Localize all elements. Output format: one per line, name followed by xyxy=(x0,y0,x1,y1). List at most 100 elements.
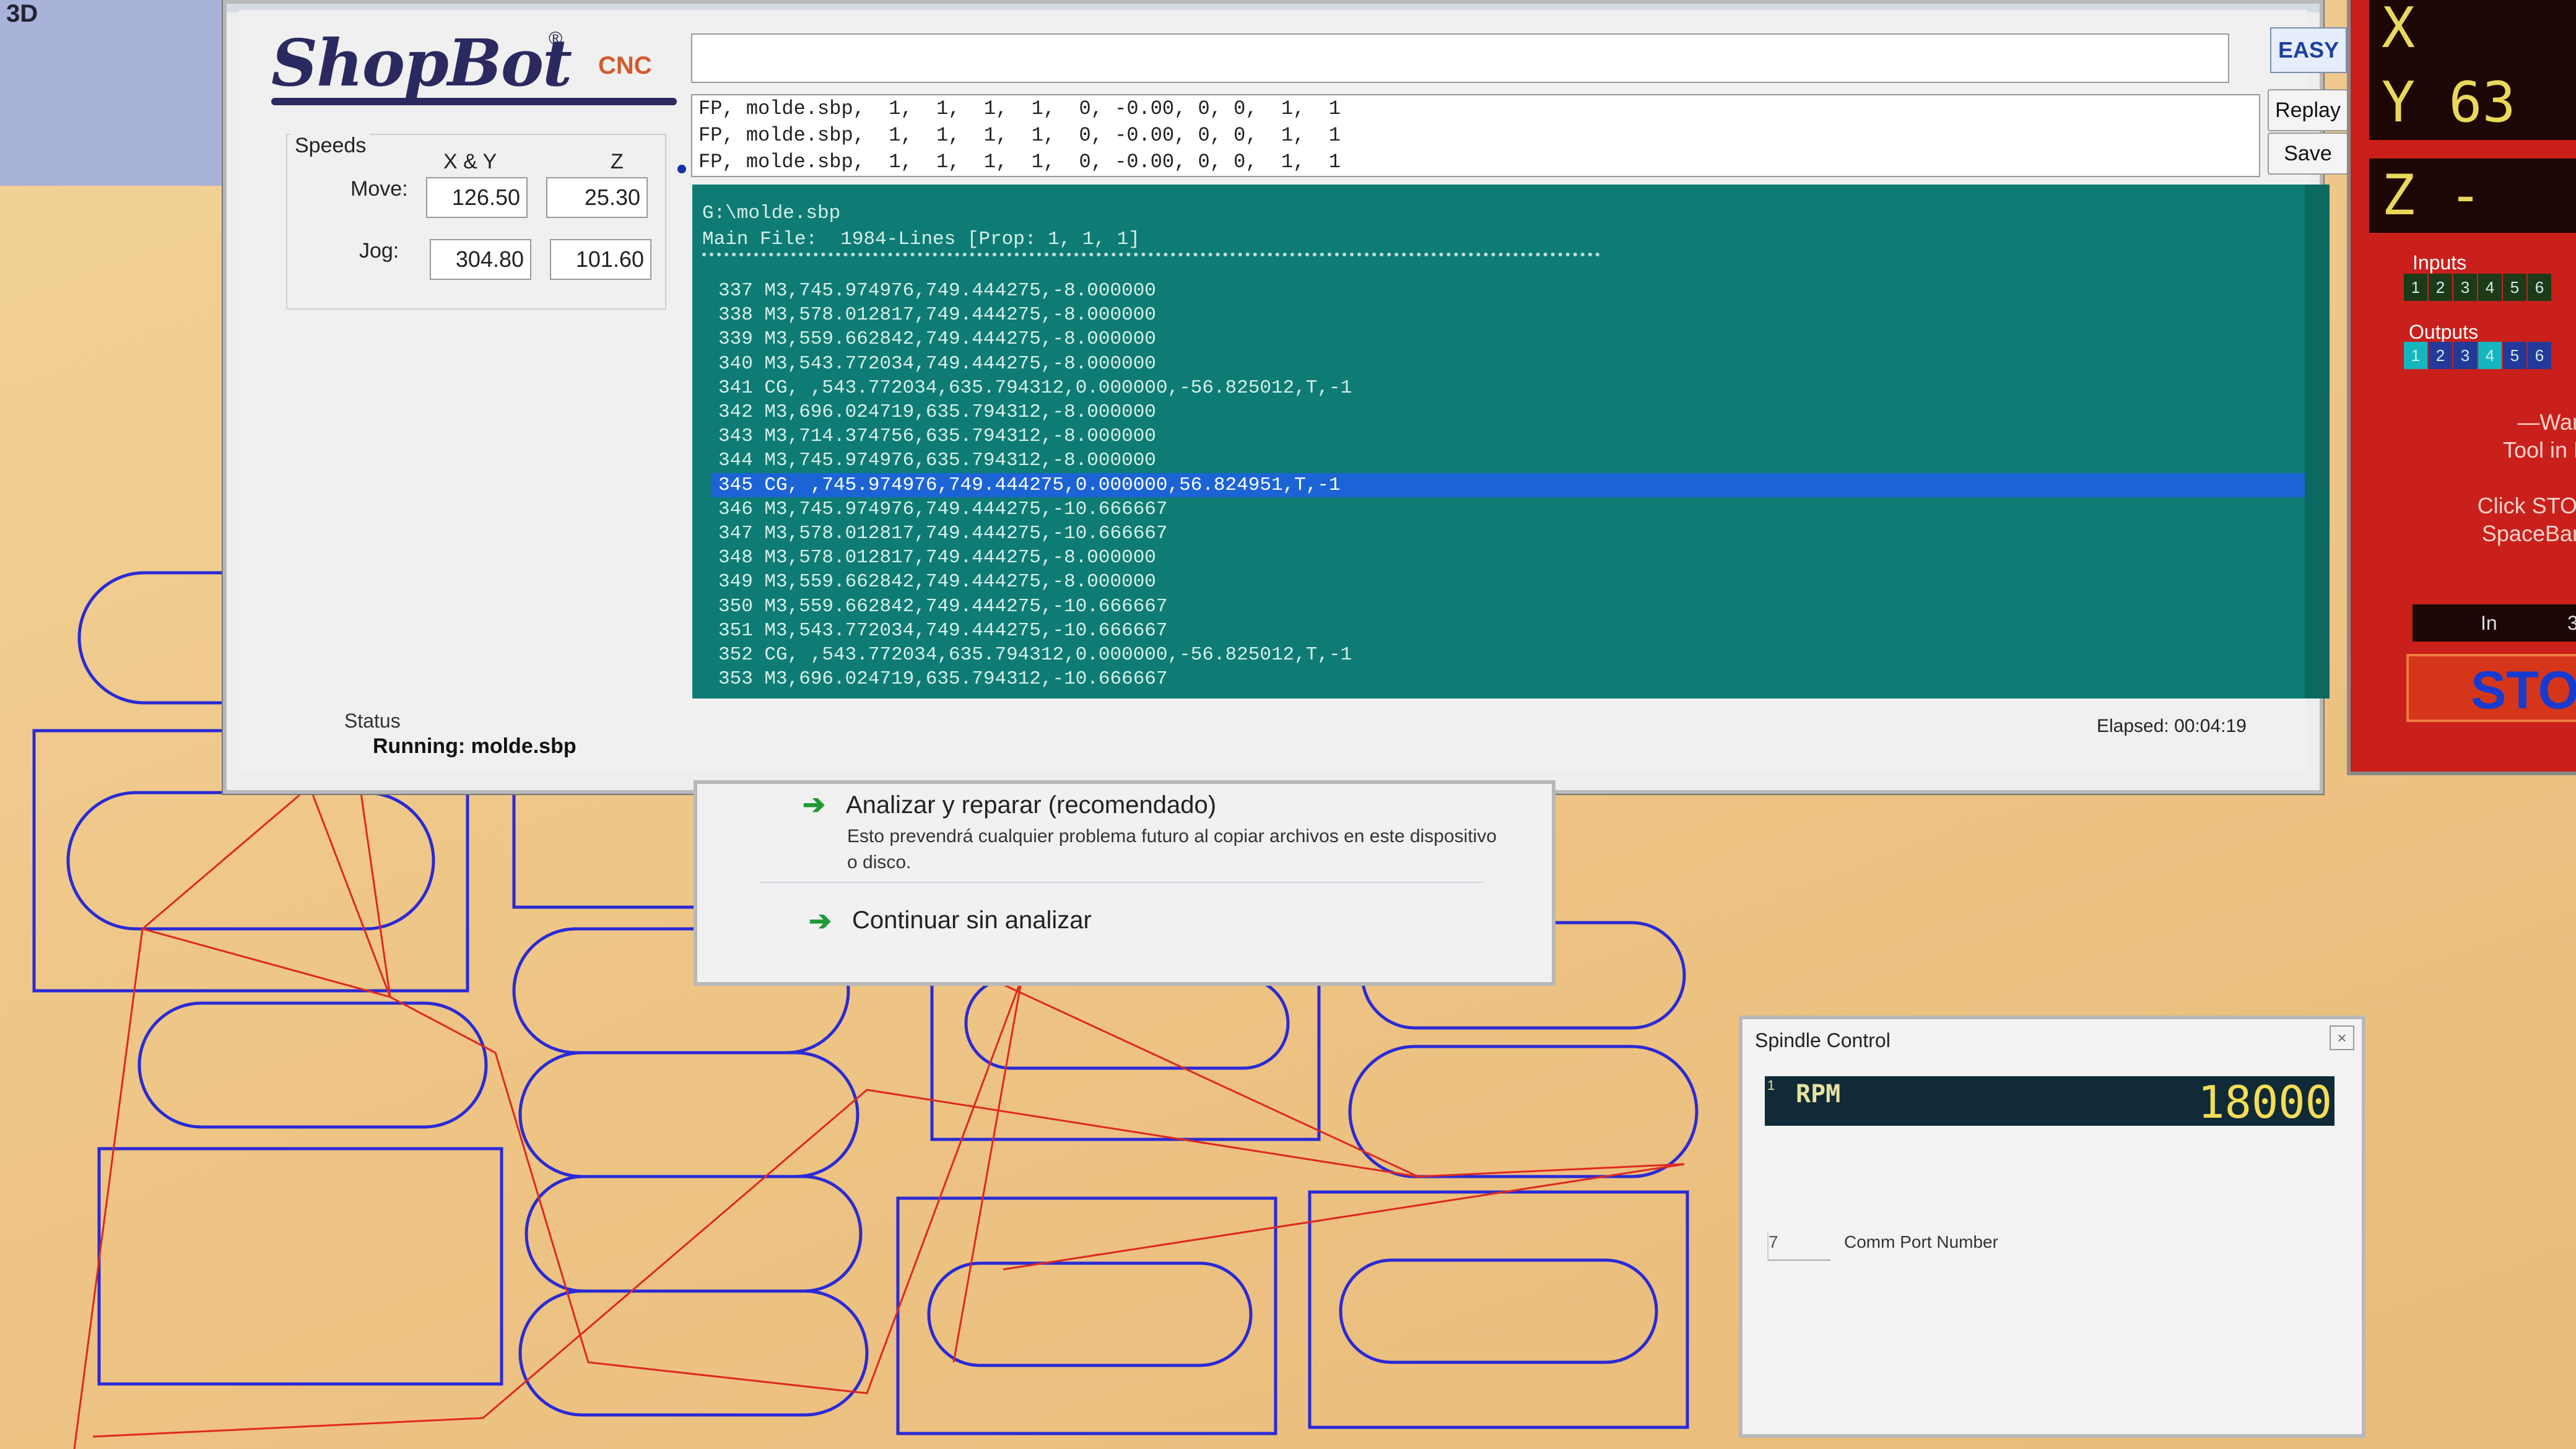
toolpath-rect xyxy=(896,1196,1277,1435)
comm-port-input[interactable]: 7 xyxy=(1767,1232,1830,1261)
x-axis-readout: X xyxy=(2369,0,2576,66)
move-xy-value[interactable]: 126.50 xyxy=(426,177,528,218)
code-line[interactable]: 340 M3,543.772034,749.444275,-8.000000 xyxy=(711,352,2305,376)
registered-mark: ® xyxy=(549,28,563,49)
header-separator xyxy=(702,253,1600,256)
toolpath-rect xyxy=(512,785,708,909)
rpm-display: 1 RPM 18000 xyxy=(1765,1076,2334,1128)
main-file-info: Main File: 1984-Lines [Prop: 1, 1, 1] xyxy=(702,228,1140,250)
toolpath-rect xyxy=(930,977,1321,1141)
y-axis-value: 63 xyxy=(2448,70,2516,135)
code-line[interactable]: 353 M3,696.024719,635.794312,-10.666667 xyxy=(711,667,2305,691)
output-led-5: 5 xyxy=(2503,342,2526,369)
rpm-label: RPM xyxy=(1796,1080,1841,1108)
shopbot-logo: ShopBot xyxy=(271,25,572,101)
shopbot-window: ShopBot ® CNC EASY FP, molde.sbp, 1, 1, … xyxy=(223,0,2348,794)
replay-button[interactable]: Replay xyxy=(2268,89,2348,131)
warning-line-1: —Warn xyxy=(2517,409,2576,435)
input-led-4: 4 xyxy=(2478,274,2502,301)
y-axis-label: Y xyxy=(2382,70,2416,135)
toolpath-rect xyxy=(1308,1190,1689,1429)
warning-line-2: Tool in M xyxy=(2502,437,2576,463)
code-line[interactable]: 343 M3,714.374756,635.794312,-8.000000 xyxy=(711,424,2305,448)
command-history-list[interactable]: FP, molde.sbp, 1, 1, 1, 1, 0, -0.00, 0, … xyxy=(691,94,2260,177)
spindle-title: Spindle Control xyxy=(1755,1029,1891,1051)
code-line[interactable]: 349 M3,559.662842,749.444275,-8.000000 xyxy=(711,570,2305,594)
code-scrollbar[interactable] xyxy=(2305,185,2330,698)
history-item[interactable]: FP, molde.sbp, 1, 1, 1, 1, 0, -0.00, 0, … xyxy=(692,149,2259,175)
dialog-separator xyxy=(759,882,1484,883)
arrow-right-icon: ➔ xyxy=(809,906,832,936)
history-item[interactable]: FP, molde.sbp, 1, 1, 1, 1, 0, -0.00, 0, … xyxy=(692,122,2259,149)
code-line[interactable]: 338 M3,578.012817,749.444275,-8.000000 xyxy=(711,303,2305,327)
toolpath-slot xyxy=(518,1051,859,1178)
rapid-moves xyxy=(73,780,391,1449)
unit-label: In xyxy=(2481,612,2497,634)
code-line[interactable]: 337 M3,745.974976,749.444275,-8.000000 xyxy=(711,279,2305,303)
speeds-col-xy: X & Y xyxy=(443,150,497,173)
code-line[interactable]: 351 M3,543.772034,749.444275,-10.666667 xyxy=(711,619,2305,643)
code-line[interactable]: 350 M3,559.662842,749.444275,-10.666667 xyxy=(711,594,2305,619)
move-z-value[interactable]: 25.30 xyxy=(546,177,648,218)
code-line[interactable]: 339 M3,559.662842,749.444275,-8.000000 xyxy=(711,327,2305,351)
input-led-3: 3 xyxy=(2453,274,2477,301)
position-readout-panel: X Y 63 Z - Inputs 123456 Outputs 123456 … xyxy=(2347,0,2576,775)
code-line[interactable]: 341 CG, ,543.772034,635.794312,0.000000,… xyxy=(711,376,2305,400)
move-label: Move: xyxy=(350,177,408,201)
command-input[interactable] xyxy=(691,33,2229,83)
shopbot-client-area: ShopBot ® CNC EASY FP, molde.sbp, 1, 1, … xyxy=(239,10,2348,772)
stop-button[interactable]: STO xyxy=(2406,654,2576,722)
output-led-3: 3 xyxy=(2453,342,2477,369)
outputs-label: Outputs xyxy=(2409,321,2479,343)
toolpath-slot xyxy=(1348,1045,1699,1178)
y-axis-readout: Y 63 xyxy=(2369,66,2576,140)
easy-button[interactable]: EASY xyxy=(2270,27,2347,73)
history-item[interactable]: FP, molde.sbp, 1, 1, 1, 1, 0, -0.00, 0, … xyxy=(692,95,2259,122)
logo-cnc-tag: CNC xyxy=(598,52,652,79)
code-line[interactable]: 344 M3,745.974976,635.794312,-8.000000 xyxy=(711,448,2305,472)
arrow-right-icon: ➔ xyxy=(803,790,825,820)
output-led-1: 1 xyxy=(2404,342,2427,369)
comm-port-label: Comm Port Number xyxy=(1844,1232,1998,1251)
save-button[interactable]: Save xyxy=(2268,133,2348,175)
code-line[interactable]: 346 M3,745.974976,749.444275,-10.666667 xyxy=(711,497,2305,521)
file-path: G:\molde.sbp xyxy=(702,202,841,224)
elapsed-time: Elapsed: 00:04:19 xyxy=(2097,716,2247,736)
input-led-2: 2 xyxy=(2429,274,2452,301)
toolpath-slot xyxy=(1339,1258,1658,1364)
scan-repair-dialog: ➔ Analizar y reparar (recomendado) Esto … xyxy=(694,780,1556,986)
input-led-6: 6 xyxy=(2528,274,2551,301)
jog-xy-value[interactable]: 304.80 xyxy=(430,239,531,280)
code-line-current[interactable]: 345 CG, ,745.974976,749.444275,0.000000,… xyxy=(711,472,2305,497)
logo-underline xyxy=(271,98,677,105)
toolpath-slot xyxy=(66,791,435,931)
jog-z-value[interactable]: 101.60 xyxy=(550,239,651,280)
click-stop-line-2: SpaceBar t xyxy=(2481,521,2576,546)
part-file-viewer[interactable]: G:\molde.sbp Main File: 1984-Lines [Prop:… xyxy=(692,185,2330,698)
status-label: Status xyxy=(344,710,401,732)
code-lines: 337 M3,745.974976,749.444275,-8.000000 33… xyxy=(711,279,2305,691)
z-axis-readout: Z - xyxy=(2369,159,2576,233)
code-line[interactable]: 347 M3,578.012817,749.444275,-10.666667 xyxy=(711,521,2305,546)
unit-display: In 34 xyxy=(2413,604,2576,642)
file-header: G:\molde.sbp Main File: 1984-Lines [Prop:… xyxy=(702,201,1140,253)
x-axis-label: X xyxy=(2382,0,2416,61)
input-led-1: 1 xyxy=(2404,274,2427,301)
code-line[interactable]: 342 M3,696.024719,635.794312,-8.000000 xyxy=(711,400,2305,424)
comm-port-value: 7 xyxy=(1769,1232,1778,1251)
speeds-col-z: Z xyxy=(611,150,624,173)
jog-label: Jog: xyxy=(359,239,399,263)
z-axis-value: - xyxy=(2448,163,2482,228)
speeds-title: Speeds xyxy=(291,134,370,158)
history-current-marker xyxy=(677,165,686,173)
input-led-5: 5 xyxy=(2503,274,2526,301)
code-line[interactable]: 352 CG, ,543.772034,635.794312,0.000000,… xyxy=(711,643,2305,667)
toolpath-slot xyxy=(927,1261,1253,1367)
analyze-repair-option[interactable]: Analizar y reparar (recomendado) xyxy=(846,791,1216,819)
continue-without-scan-option[interactable]: Continuar sin analizar xyxy=(852,907,1092,934)
code-line[interactable]: 348 M3,578.012817,749.444275,-8.000000 xyxy=(711,546,2305,570)
close-icon[interactable]: × xyxy=(2330,1025,2354,1050)
analyze-repair-description: Esto prevendrá cualquier problema futuro… xyxy=(847,826,1497,872)
status-value: Running: molde.sbp xyxy=(373,734,577,758)
inputs-label: Inputs xyxy=(2413,251,2467,274)
